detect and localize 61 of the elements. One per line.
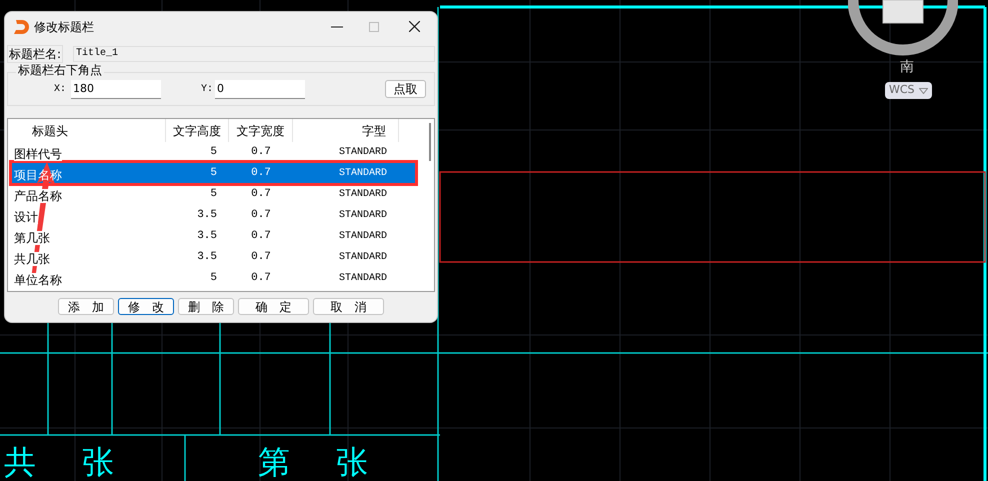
- drawing-text: 第: [258, 446, 290, 478]
- column-header[interactable]: 标题头: [8, 119, 166, 142]
- table-cell-text: 0.7: [250, 166, 272, 182]
- table-cell-text: 5: [209, 271, 218, 286]
- table-row[interactable]: 设计 3.5 0.7 STANDARD: [10, 205, 416, 226]
- pick-point-button[interactable]: 点取: [385, 80, 426, 98]
- caret-icon: [918, 88, 928, 94]
- table-cell: 图样代号: [14, 146, 62, 160]
- y-label: Y:: [201, 82, 214, 96]
- x-label: X:: [54, 82, 66, 96]
- dialog-button[interactable]: 取 消: [313, 298, 384, 315]
- column-header[interactable]: 文字宽度: [229, 119, 293, 142]
- table-cell: 共几张: [14, 252, 50, 266]
- table-cell: 单位名称: [14, 272, 62, 286]
- app-logo-icon: [13, 18, 29, 34]
- x-field[interactable]: 180: [71, 80, 162, 98]
- table-row[interactable]: 图样代号 5 0.7 STANDARD: [10, 142, 416, 163]
- table-row[interactable]: 共几张 3.5 0.7 STANDARD: [10, 247, 416, 268]
- compass-south-label: 南: [900, 60, 914, 74]
- table-cell-text: 5: [209, 187, 218, 202]
- table-cell-text: STANDARD: [338, 167, 388, 181]
- table-cell-text: STANDARD: [338, 230, 388, 244]
- table-cell-text: 5: [209, 166, 218, 182]
- table-cell: 设计: [14, 210, 38, 224]
- drawing-text: 共: [4, 446, 36, 478]
- table-cell-text: 0.7: [250, 250, 272, 266]
- dialog-button[interactable]: 确 定: [238, 298, 309, 315]
- dialog-button[interactable]: 添 加: [58, 298, 114, 315]
- table-cell-text: STANDARD: [338, 146, 388, 160]
- column-header[interactable]: 字型: [293, 119, 399, 142]
- table-cell-text: 0.7: [250, 187, 272, 202]
- table-row[interactable]: 产品名称 5 0.7 STANDARD: [10, 184, 416, 205]
- group-label: 标题栏右下角点: [16, 64, 104, 76]
- table-row[interactable]: 单位名称 5 0.7 STANDARD: [10, 268, 416, 289]
- window-title: 修改标题栏: [34, 18, 94, 36]
- table-cell-text: 3.5: [196, 208, 218, 224]
- column-header[interactable]: 文字高度: [166, 119, 229, 142]
- drawing-text: 张: [336, 446, 368, 478]
- table-cell-text: 0.7: [250, 145, 272, 160]
- table-cell-text: 3.5: [196, 229, 218, 244]
- dialog-button[interactable]: 修 改: [118, 298, 174, 315]
- title-name-field[interactable]: Title_1: [73, 46, 435, 62]
- table-cell-text: STANDARD: [338, 251, 388, 265]
- y-field[interactable]: 0: [215, 80, 306, 98]
- table-cell-text: STANDARD: [338, 188, 388, 202]
- drawing-text: 张: [82, 446, 114, 478]
- table-cell-text: 3.5: [196, 250, 218, 266]
- title-name-label: 标题栏名:: [7, 45, 64, 63]
- dialog-button[interactable]: 删 除: [178, 298, 234, 315]
- table-cell-text: 0.7: [250, 208, 272, 224]
- table-cell-text: 0.7: [250, 229, 272, 244]
- table-cell-text: 0.7: [250, 271, 272, 286]
- close-icon[interactable]: [409, 21, 420, 32]
- table-cell-text: 5: [209, 145, 218, 160]
- table-cell: 第几张: [14, 230, 50, 244]
- table-cell-text: STANDARD: [338, 209, 388, 223]
- wcs-dropdown[interactable]: WCS: [885, 82, 932, 99]
- view-cube-icon[interactable]: [848, 0, 958, 58]
- table-row[interactable]: 第几张 3.5 0.7 STANDARD: [10, 226, 416, 247]
- table-cell-text: STANDARD: [338, 272, 388, 286]
- table-cell: 产品名称: [14, 188, 62, 202]
